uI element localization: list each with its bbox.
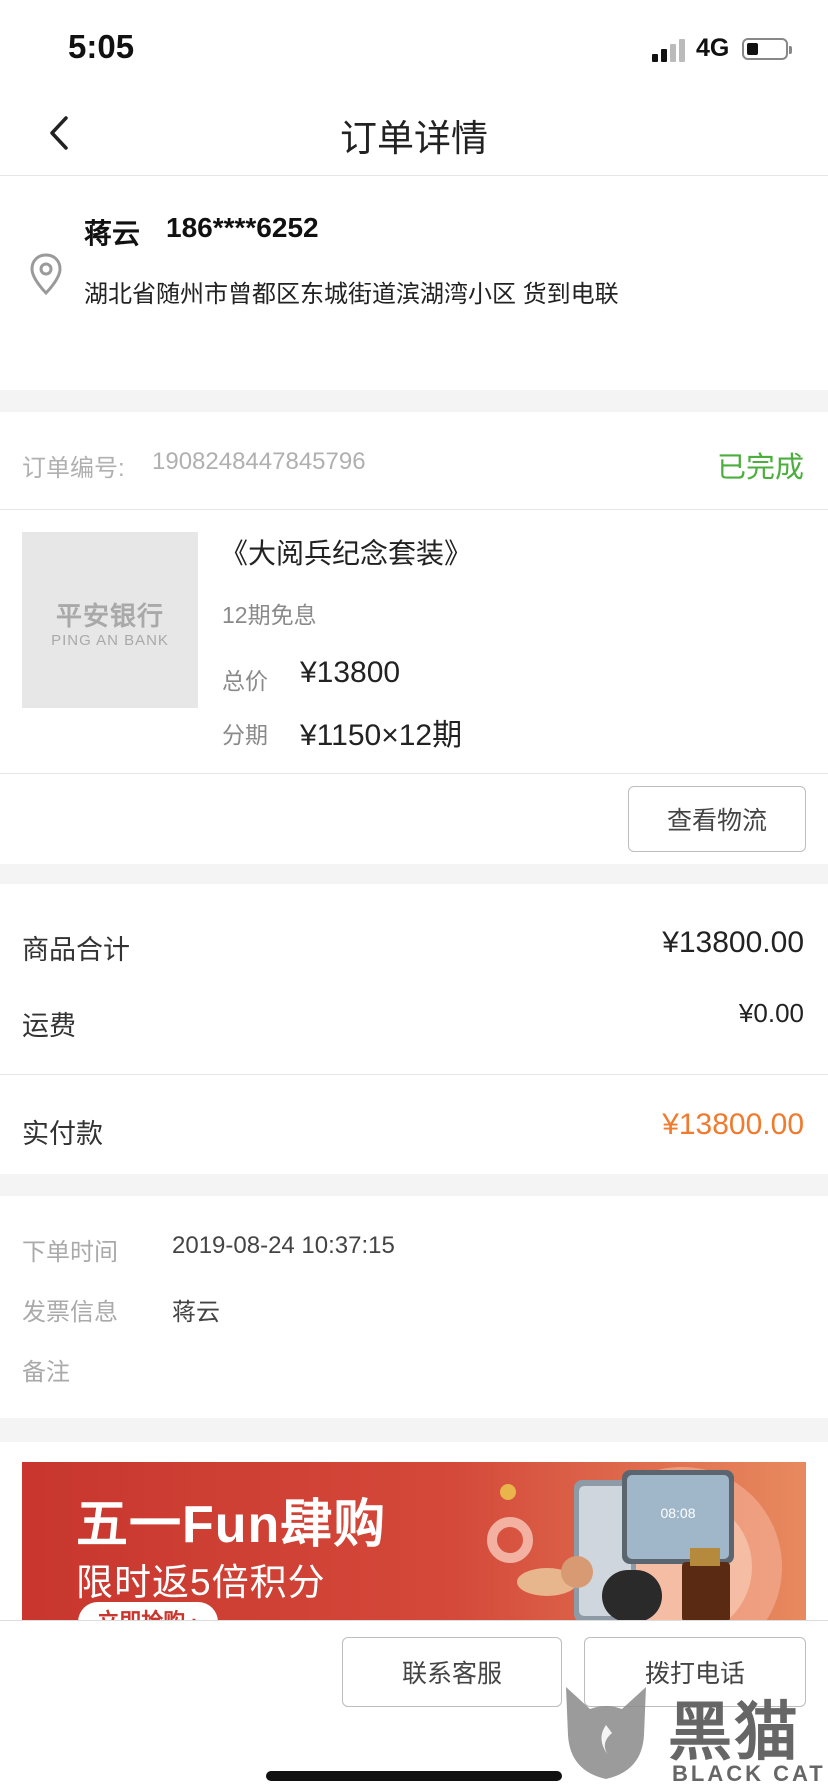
section-divider (0, 864, 828, 884)
order-status: 已完成 (716, 452, 804, 484)
logistics-row: 查看物流 (0, 774, 828, 864)
section-divider (0, 1174, 828, 1196)
shipping-value: ¥0.00 (738, 998, 804, 1028)
order-info: 下单时间 2019-08-24 10:37:15 发票信息 蒋云 备注 (0, 1196, 828, 1418)
promo-banner[interactable]: 五一Fun肆购 限时返5倍积分 立即抢购 › 08:08 (22, 1462, 806, 1622)
section-divider (0, 1418, 828, 1442)
battery-icon (742, 38, 792, 60)
bottom-action-bar: 联系客服 拨打电话 黑猫 BLACK CAT (0, 1620, 828, 1792)
thumb-brand-en: PING AN BANK (51, 632, 169, 649)
home-indicator (266, 1771, 562, 1781)
price-summary: 商品合计 ¥13800.00 运费 ¥0.00 实付款 ¥13800.00 (0, 884, 828, 1174)
goods-total-label: 商品合计 (22, 935, 130, 965)
total-price-value: ¥13800 (300, 656, 401, 689)
watermark-cn: 黑猫 (668, 1696, 800, 1768)
product-subtitle: 12期免息 (222, 602, 317, 628)
goods-total-value: ¥13800.00 (662, 926, 804, 959)
cat-logo-icon (566, 1687, 646, 1779)
invoice-value: 蒋云 (172, 1299, 220, 1326)
thumb-brand-cn: 平安银行 (55, 601, 164, 631)
order-time-value: 2019-08-24 10:37:15 (172, 1232, 395, 1259)
address-line: 湖北省随州市曾都区东城街道滨湖湾小区 货到电联 (84, 281, 619, 308)
page-title: 订单详情 (340, 118, 488, 159)
order-number: 1908248447845796 (152, 448, 366, 475)
paid-value: ¥13800.00 (662, 1108, 804, 1141)
signal-icon (652, 38, 688, 62)
section-divider (0, 390, 828, 412)
promo-products-image: 08:08 (487, 1467, 782, 1622)
product-card[interactable]: 平安银行 PING AN BANK 《大阅兵纪念套装》 12期免息 总价 ¥13… (0, 510, 828, 774)
status-bar: 5:05 4G (0, 0, 828, 90)
installment-label: 分期 (222, 722, 268, 748)
installment-value: ¥1150×12期 (300, 719, 463, 752)
product-image: 平安银行 PING AN BANK (22, 532, 198, 708)
order-number-label: 订单编号: (22, 455, 125, 482)
invoice-label: 发票信息 (22, 1299, 118, 1326)
banner-cta[interactable]: 立即抢购 › (78, 1602, 218, 1622)
shipping-address: 蒋云 186****6252 湖北省随州市曾都区东城街道滨湖湾小区 货到电联 (0, 176, 828, 390)
banner-subline: 限时返5倍积分 (76, 1562, 326, 1603)
contact-service-button[interactable]: 联系客服 (342, 1637, 562, 1707)
nav-bar: 订单详情 (0, 90, 828, 176)
shipping-label: 运费 (22, 1011, 76, 1041)
banner-headline: 五一Fun肆购 (76, 1496, 387, 1554)
order-header: 订单编号: 1908248447845796 已完成 (0, 412, 828, 510)
product-title: 《大阅兵纪念套装》 (220, 538, 473, 569)
location-pin-icon (30, 253, 62, 296)
recipient-name: 蒋云 (84, 218, 141, 249)
svg-text:08:08: 08:08 (660, 1505, 695, 1521)
view-logistics-button[interactable]: 查看物流 (628, 786, 806, 852)
summary-divider (0, 1074, 828, 1075)
total-price-label: 总价 (222, 668, 268, 694)
remark-label: 备注 (22, 1359, 70, 1386)
order-time-label: 下单时间 (22, 1239, 118, 1266)
paid-label: 实付款 (22, 1119, 103, 1149)
status-time: 5:05 (68, 28, 135, 65)
watermark-en: BLACK CAT (672, 1761, 826, 1786)
recipient-phone: 186****6252 (166, 212, 319, 243)
network-type: 4G (696, 34, 730, 62)
